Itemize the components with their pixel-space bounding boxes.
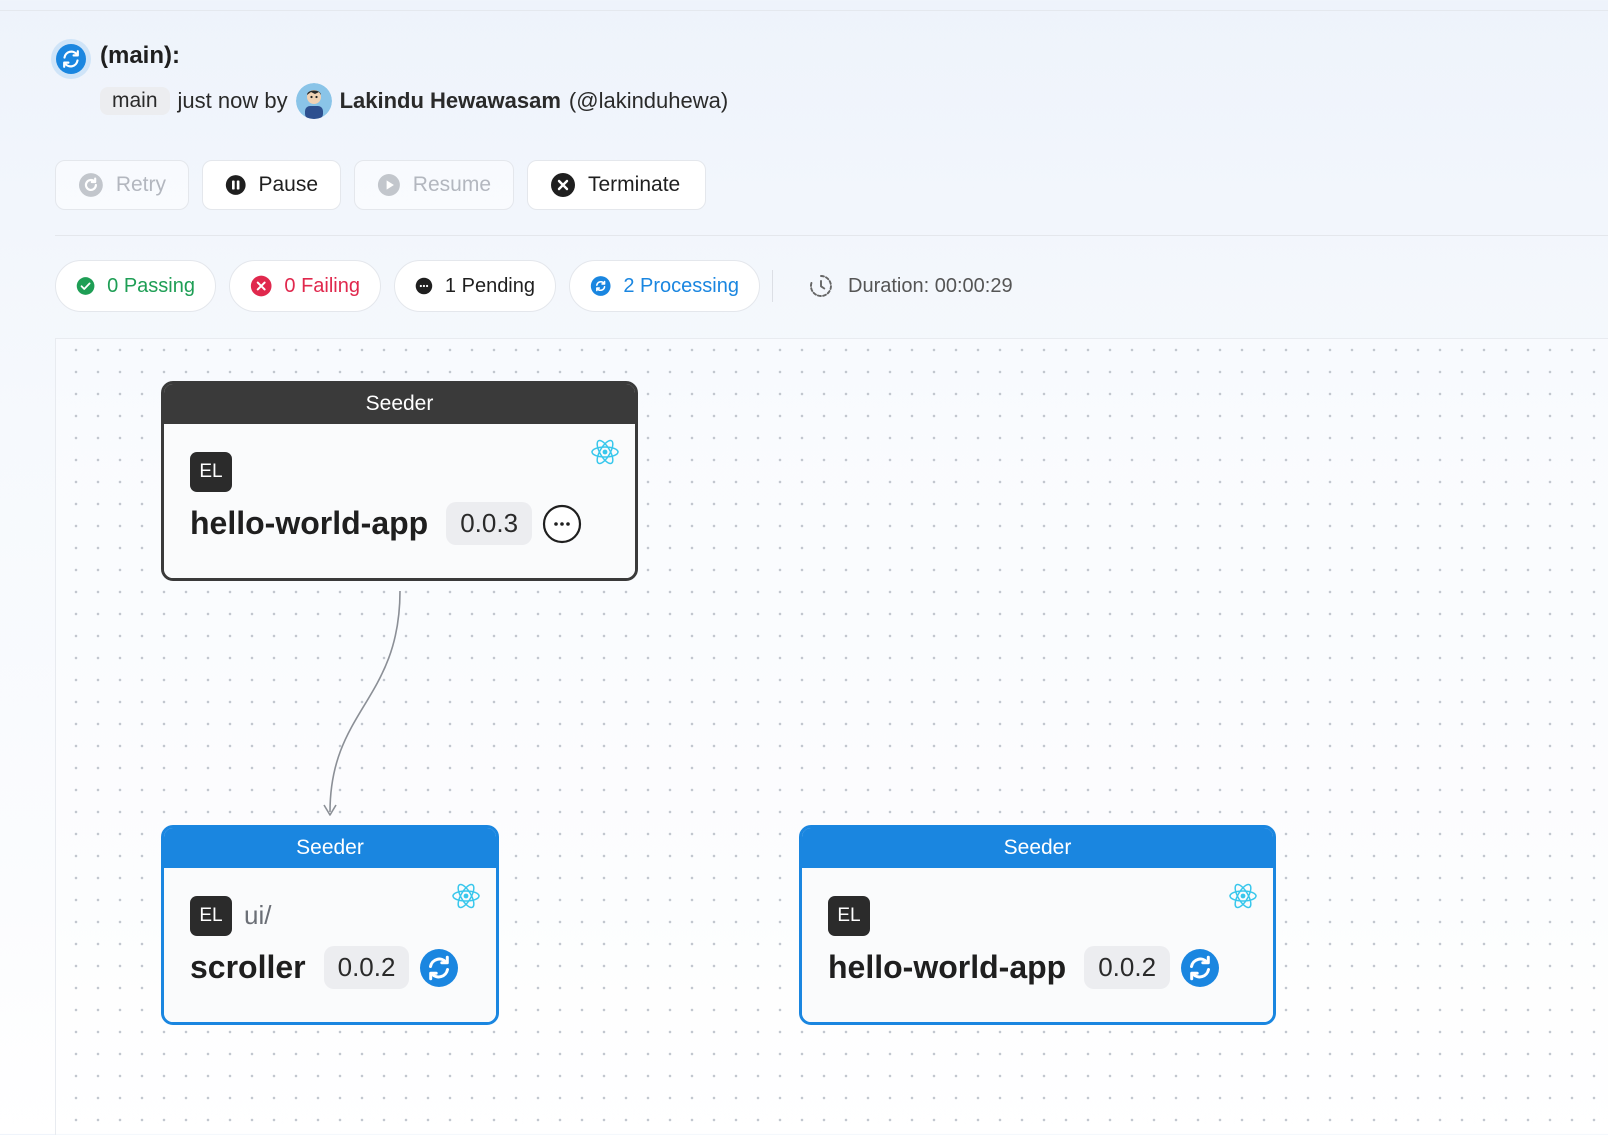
ellipsis-icon (542, 504, 582, 543)
retry-icon (78, 173, 103, 197)
component-name[interactable]: hello-world-app (828, 949, 1066, 986)
lane-subtitle: main just now by Lakindu Hewawasam (@lak… (100, 83, 729, 119)
owner-badge: EL (190, 896, 232, 936)
summary-separator (772, 270, 773, 302)
passing-count: 0 Passing (107, 274, 195, 297)
graph-node-hello-world-app-0-0-2[interactable]: Seeder EL hello-world-app 0.0.2 (799, 825, 1276, 1025)
play-icon (377, 174, 400, 196)
node-task-label: Seeder (164, 828, 496, 868)
owner-badge: EL (190, 452, 232, 492)
terminate-label: Terminate (588, 173, 681, 196)
component-row: scroller 0.0.2 (190, 946, 459, 989)
node-task-label: Seeder (802, 828, 1273, 868)
component-scope: ui/ (244, 900, 272, 930)
component-row: hello-world-app 0.0.3 (190, 502, 582, 545)
pending-count: 1 Pending (444, 274, 535, 297)
component-row: hello-world-app 0.0.2 (828, 946, 1220, 989)
pause-label: Pause (258, 173, 318, 196)
node-task-label: Seeder (164, 384, 635, 424)
sync-icon (420, 948, 459, 987)
component-name[interactable]: hello-world-app (190, 505, 428, 542)
owner-badge: EL (828, 896, 870, 936)
version-chip: 0.0.3 (446, 502, 533, 545)
processing-count: 2 Processing (623, 274, 739, 297)
duration-label: Duration: 00:00:29 (848, 274, 1013, 297)
sync-icon (590, 276, 611, 296)
check-circle-icon (76, 277, 95, 295)
resume-label: Resume (412, 173, 491, 196)
pause-icon (225, 175, 246, 195)
component-name[interactable]: scroller (190, 949, 306, 986)
author-handle: (@lakinduhewa) (568, 88, 729, 113)
passing-filter[interactable]: 0 Passing (55, 260, 216, 312)
close-icon (551, 173, 575, 197)
graph-node-scroller-0-0-2[interactable]: Seeder EL ui/ scroller 0.0.2 (161, 825, 499, 1025)
sync-icon (1181, 948, 1220, 987)
avatar (295, 83, 332, 119)
section-divider (55, 235, 1608, 236)
top-border (0, 10, 1608, 11)
graph-node-hello-world-app-0-0-3[interactable]: Seeder EL hello-world-app 0.0.3 (161, 381, 638, 581)
retry-label: Retry (115, 173, 166, 196)
react-icon (452, 883, 480, 909)
version-chip: 0.0.2 (323, 946, 410, 989)
react-icon (1229, 883, 1257, 909)
clock-icon (810, 275, 832, 297)
version-chip: 0.0.2 (1084, 946, 1171, 989)
lane-title: (main): (100, 42, 180, 69)
pause-button[interactable]: Pause (202, 160, 341, 210)
processing-filter[interactable]: 2 Processing (569, 260, 760, 312)
time-text: just now by (177, 88, 288, 113)
processing-status-icon (51, 39, 91, 79)
resume-button[interactable]: Resume (354, 160, 514, 210)
pending-filter[interactable]: 1 Pending (394, 260, 556, 312)
ellipsis-circle-icon (415, 277, 433, 295)
error-circle-icon (250, 275, 272, 297)
react-icon (591, 439, 619, 465)
retry-button[interactable]: Retry (55, 160, 189, 210)
terminate-button[interactable]: Terminate (527, 160, 706, 210)
author-name[interactable]: Lakindu Hewawasam (340, 88, 561, 114)
branch-chip[interactable]: main (100, 87, 170, 115)
failing-count: 0 Failing (284, 274, 360, 297)
failing-filter[interactable]: 0 Failing (229, 260, 381, 312)
duration: Duration: 00:00:29 (808, 268, 1013, 304)
